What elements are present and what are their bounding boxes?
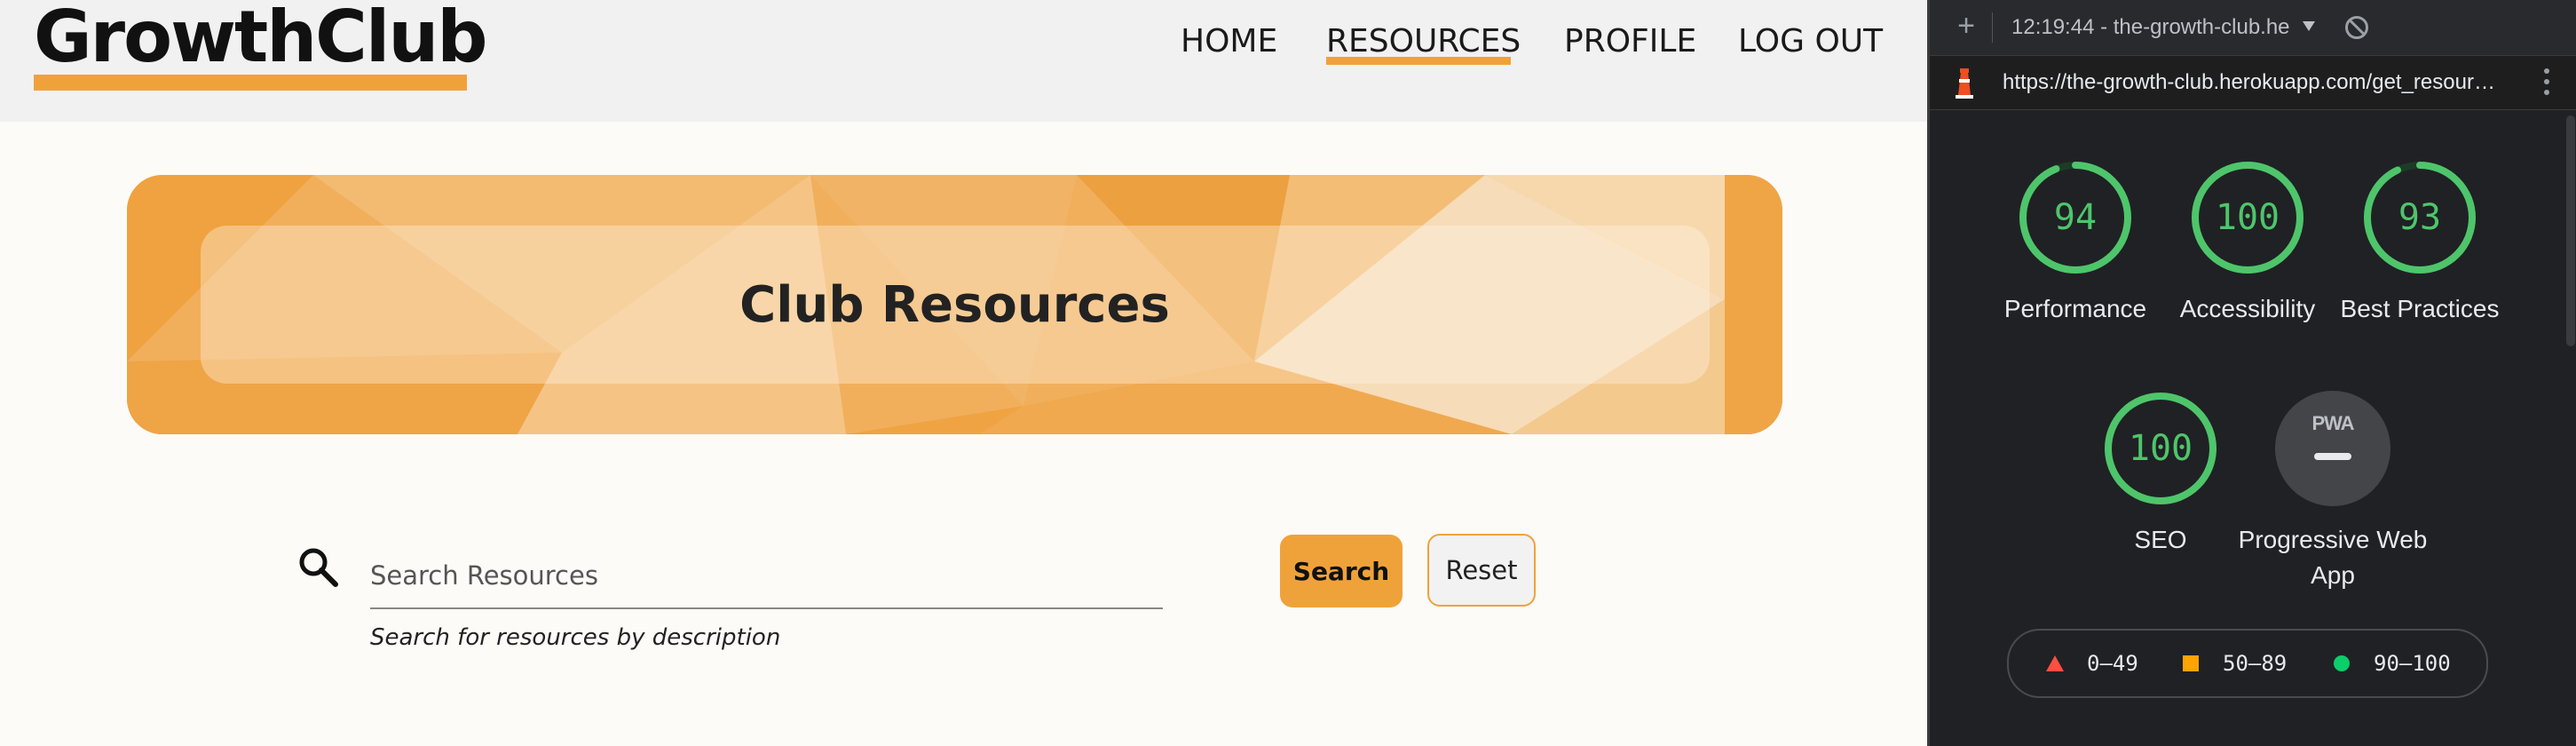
website-viewport: GrowthClub HOME RESOURCES PROFILE LOG OU… [0, 0, 1927, 746]
search-icon [299, 548, 338, 587]
page-title: Club Resources [739, 275, 1170, 334]
gauge-label-seo: SEO [2134, 526, 2187, 553]
lighthouse-icon [1956, 68, 1973, 99]
plus-icon[interactable]: + [1953, 11, 1979, 41]
search-button[interactable]: Search [1280, 535, 1403, 607]
nav-home[interactable]: HOME [1181, 20, 1277, 64]
lighthouse-toolbar: + 12:19:44 - the-growth-club.he [1930, 0, 2576, 56]
report-url: https://the-growth-club.herokuapp.com/ge… [2003, 70, 2495, 94]
pass-circle-icon [2334, 655, 2350, 671]
main-nav: HOME RESOURCES PROFILE LOG OUT [0, 20, 1927, 64]
score-legend: 0–49 50–89 90–100 [2007, 629, 2488, 698]
legend-average: 50–89 [2223, 651, 2288, 676]
clear-icon[interactable] [2345, 16, 2368, 39]
report-selector[interactable]: 12:19:44 - the-growth-club.he [2011, 12, 2290, 43]
panel-scrollbar[interactable] [2566, 115, 2575, 346]
reset-button[interactable]: Reset [1427, 534, 1536, 607]
average-square-icon [2183, 655, 2199, 671]
site-header: GrowthClub HOME RESOURCES PROFILE LOG OU… [0, 0, 1927, 122]
pwa-dash [2314, 453, 2351, 460]
nav-profile[interactable]: PROFILE [1564, 20, 1696, 64]
score-value: 94 [2053, 197, 2098, 238]
gauge-performance[interactable]: 94 [2018, 160, 2133, 275]
score-value: 100 [2215, 197, 2280, 238]
gauge-best-practices[interactable]: 93 [2362, 160, 2477, 275]
pwa-badge[interactable]: PWA [2275, 391, 2390, 506]
pwa-icon: PWA [2311, 412, 2354, 434]
gauge-label-best-practices: Best Practices [2340, 295, 2500, 322]
legend-fail: 0–49 [2087, 651, 2138, 676]
gauge-label-pwa: Progressive Web App [2238, 526, 2428, 589]
gauge-seo[interactable]: 100 [2103, 391, 2218, 506]
report-url-bar: https://the-growth-club.herokuapp.com/ge… [1930, 56, 2576, 110]
toolbar-divider [1992, 12, 1993, 43]
logo-underline [34, 75, 467, 91]
search-helper-text: Search for resources by description [370, 624, 781, 651]
legend-pass: 90–100 [2374, 651, 2451, 676]
more-options-icon[interactable] [2544, 68, 2549, 97]
gauge-accessibility[interactable]: 100 [2190, 160, 2305, 275]
caret-down-icon[interactable] [2303, 21, 2315, 31]
score-value: 100 [2128, 428, 2193, 469]
active-nav-underline [1326, 57, 1511, 65]
search-input[interactable] [370, 544, 1163, 609]
gauge-label-accessibility: Accessibility [2179, 295, 2316, 322]
nav-logout[interactable]: LOG OUT [1738, 20, 1883, 64]
fail-triangle-icon [2046, 655, 2064, 671]
hero-banner: Club Resources [127, 175, 1782, 434]
gauge-label-performance: Performance [2003, 295, 2147, 322]
score-value: 93 [2398, 197, 2442, 238]
